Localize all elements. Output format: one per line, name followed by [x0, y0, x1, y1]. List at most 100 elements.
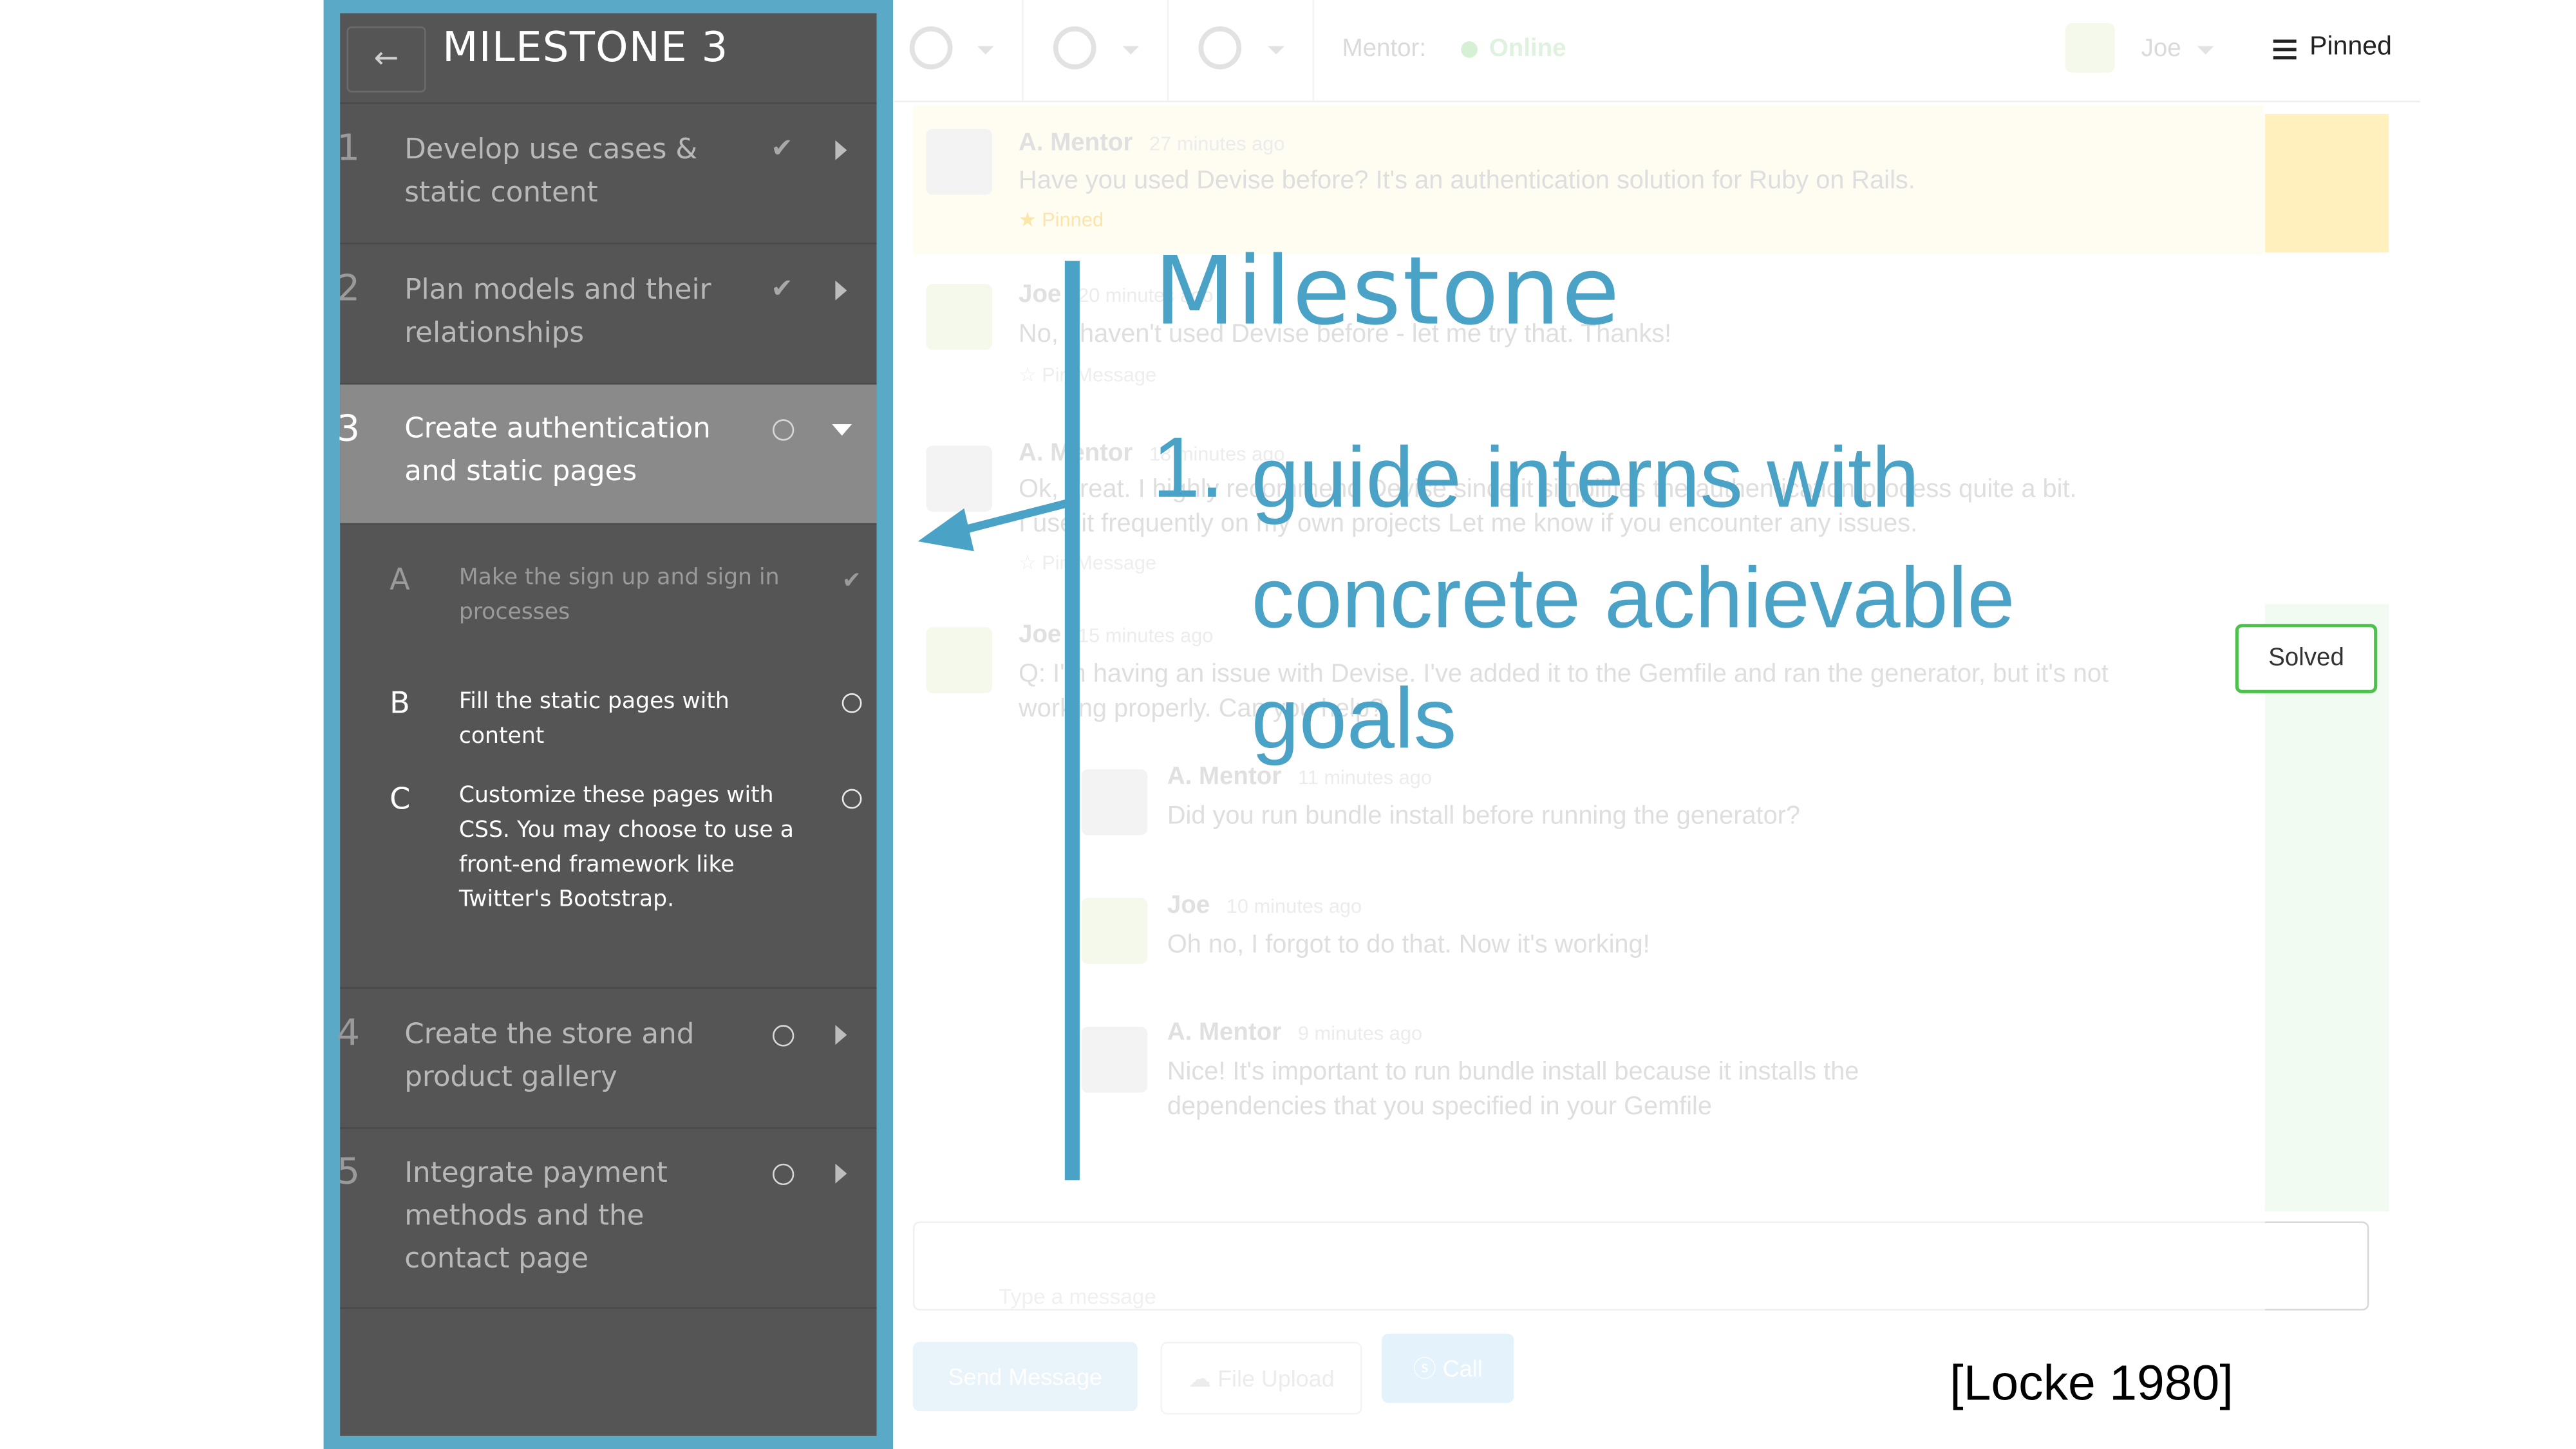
author-name: A. Mentor	[1019, 128, 1133, 157]
send-message-button[interactable]: Send Message	[912, 1341, 1138, 1412]
chevron-right-icon[interactable]	[835, 140, 847, 160]
annotation-body: guide interns with concrete achievable g…	[1251, 431, 2015, 768]
user-avatar[interactable]	[2065, 23, 2115, 73]
upload-label: File Upload	[1217, 1365, 1335, 1392]
help-icon[interactable]	[1198, 26, 1242, 70]
check-icon: ✔	[771, 272, 793, 304]
joe-avatar	[1081, 897, 1148, 964]
milestone-item-2[interactable]: 2 Plan models and their relationships ✔	[337, 244, 877, 385]
milestone-label: Integrate payment methods and the contac…	[404, 1157, 668, 1276]
subtask-item-b[interactable]: B Fill the static pages with content	[340, 682, 876, 749]
message-text: Have you used Devise before? It's an aut…	[1019, 166, 1915, 195]
subtask-letter: C	[390, 782, 411, 818]
user-name[interactable]: Joe	[2141, 35, 2181, 63]
check-icon: ✔	[841, 568, 861, 595]
github-icon[interactable]	[1053, 26, 1096, 70]
milestone-label: Create the store and product gallery	[404, 1018, 695, 1094]
solved-side-marker	[2264, 604, 2389, 1212]
message-text: Did you run bundle install before runnin…	[1167, 802, 1801, 830]
clock-icon[interactable]	[909, 26, 953, 70]
chevron-down-icon[interactable]	[1122, 46, 1140, 55]
star-icon: ★	[1019, 208, 1042, 231]
chevron-right-icon[interactable]	[835, 1025, 847, 1045]
message-time: 27 minutes ago	[1149, 132, 1285, 156]
subtask-item-a[interactable]: A Make the sign up and sign in processes…	[340, 558, 876, 657]
call-button[interactable]: ⓢ Call	[1382, 1333, 1514, 1403]
milestone-number: 3	[337, 409, 360, 451]
pin-label: Pin Message	[1042, 363, 1157, 386]
message-time: 10 minutes ago	[1226, 894, 1362, 918]
milestone-number: 4	[337, 1013, 360, 1055]
joe-avatar	[926, 627, 993, 693]
mentor-avatar	[1081, 1026, 1148, 1093]
message-text: Nice! It's important to run bundle insta…	[1167, 1058, 1859, 1087]
circle-icon	[772, 419, 794, 441]
chevron-down-icon[interactable]	[2197, 46, 2214, 55]
message-author: A. Mentor 9 minutes ago	[1167, 1018, 1422, 1047]
top-bar: Mentor: Online Joe Pinned	[893, 0, 2420, 102]
annotation-vertical-bar	[1064, 261, 1080, 1181]
circle-icon	[841, 693, 862, 713]
message-author: Joe 15 minutes ago	[1019, 621, 1213, 649]
divider	[1022, 0, 1024, 101]
pin-link[interactable]: ☆ Pin Message	[1019, 363, 1156, 386]
chevron-right-icon[interactable]	[835, 1163, 847, 1184]
subtask-letter: B	[390, 686, 410, 722]
pin-label: Pinned	[1042, 208, 1104, 231]
chevron-down-icon[interactable]	[1268, 46, 1284, 55]
milestone-item-1[interactable]: 1 Develop use cases & static content ✔	[337, 104, 877, 245]
milestone-sidebar: ← MILESTONE 3 1 Develop use cases & stat…	[337, 13, 877, 1436]
circle-icon	[772, 1163, 794, 1186]
message-time: 9 minutes ago	[1297, 1022, 1423, 1045]
message-text: Oh no, I forgot to do that. Now it's wor…	[1167, 931, 1650, 959]
milestone-item-5[interactable]: 5 Integrate payment methods and the cont…	[337, 1127, 877, 1309]
author-name: Joe	[1019, 621, 1062, 649]
mentor-avatar	[926, 128, 993, 195]
circle-icon	[841, 789, 862, 809]
cloud-upload-icon: ☁	[1188, 1365, 1218, 1392]
online-status-dot	[1461, 41, 1478, 58]
message-time: 15 minutes ago	[1077, 624, 1214, 648]
mentor-label: Mentor:	[1342, 34, 1427, 63]
milestone-label: Develop use cases & static content	[404, 133, 698, 210]
sidebar-title: MILESTONE 3	[442, 23, 729, 71]
pin-link[interactable]: ★ Pinned	[1019, 208, 1104, 231]
subtask-label: Customize these pages with CSS. You may …	[458, 782, 794, 913]
annotation-title: Milestone	[1154, 238, 1622, 347]
milestone-number: 1	[337, 128, 360, 171]
milestone-number: 5	[337, 1152, 360, 1193]
call-label: Call	[1442, 1355, 1483, 1382]
milestone-item-3[interactable]: 3 Create authentication and static pages	[337, 384, 877, 525]
back-button[interactable]: ←	[346, 26, 426, 93]
solved-button[interactable]: Solved	[2235, 624, 2378, 693]
author-name: A. Mentor	[1167, 1018, 1282, 1047]
subtask-item-c[interactable]: C Customize these pages with CSS. You ma…	[340, 778, 876, 959]
author-name: Joe	[1019, 280, 1062, 309]
menu-icon[interactable]	[2273, 39, 2297, 60]
sidebar-header: ← MILESTONE 3	[340, 14, 877, 104]
mentor-status: Online	[1489, 34, 1566, 63]
circle-icon	[772, 1025, 794, 1047]
message-text-line-2: dependencies that you specified in your …	[1167, 1092, 1713, 1121]
chevron-down-icon[interactable]	[977, 46, 994, 55]
skype-icon: ⓢ	[1413, 1355, 1443, 1382]
check-icon: ✔	[771, 132, 793, 164]
pinned-side-marker	[2264, 113, 2389, 253]
star-icon: ☆	[1019, 363, 1042, 386]
joe-avatar	[926, 284, 993, 350]
chevron-down-icon[interactable]	[832, 424, 852, 436]
message-input-edge	[2264, 1221, 2369, 1311]
subtask-label: Make the sign up and sign in processes	[458, 564, 780, 626]
subtask-label: Fill the static pages with content	[458, 688, 729, 750]
subtask-letter: A	[390, 563, 410, 598]
annotation-number: 1.	[1152, 420, 1224, 517]
milestone-label: Create authentication and static pages	[404, 413, 711, 489]
divider	[1167, 0, 1169, 101]
chevron-right-icon[interactable]	[835, 280, 847, 301]
milestone-label: Plan models and their relationships	[404, 274, 711, 350]
message-author: A. Mentor 27 minutes ago	[1019, 129, 1284, 157]
file-upload-button[interactable]: ☁ File Upload	[1160, 1341, 1362, 1415]
pinned-button[interactable]: Pinned	[2309, 33, 2392, 62]
annotation-arrow-icon	[917, 498, 1075, 552]
milestone-item-4[interactable]: 4 Create the store and product gallery	[337, 987, 877, 1129]
